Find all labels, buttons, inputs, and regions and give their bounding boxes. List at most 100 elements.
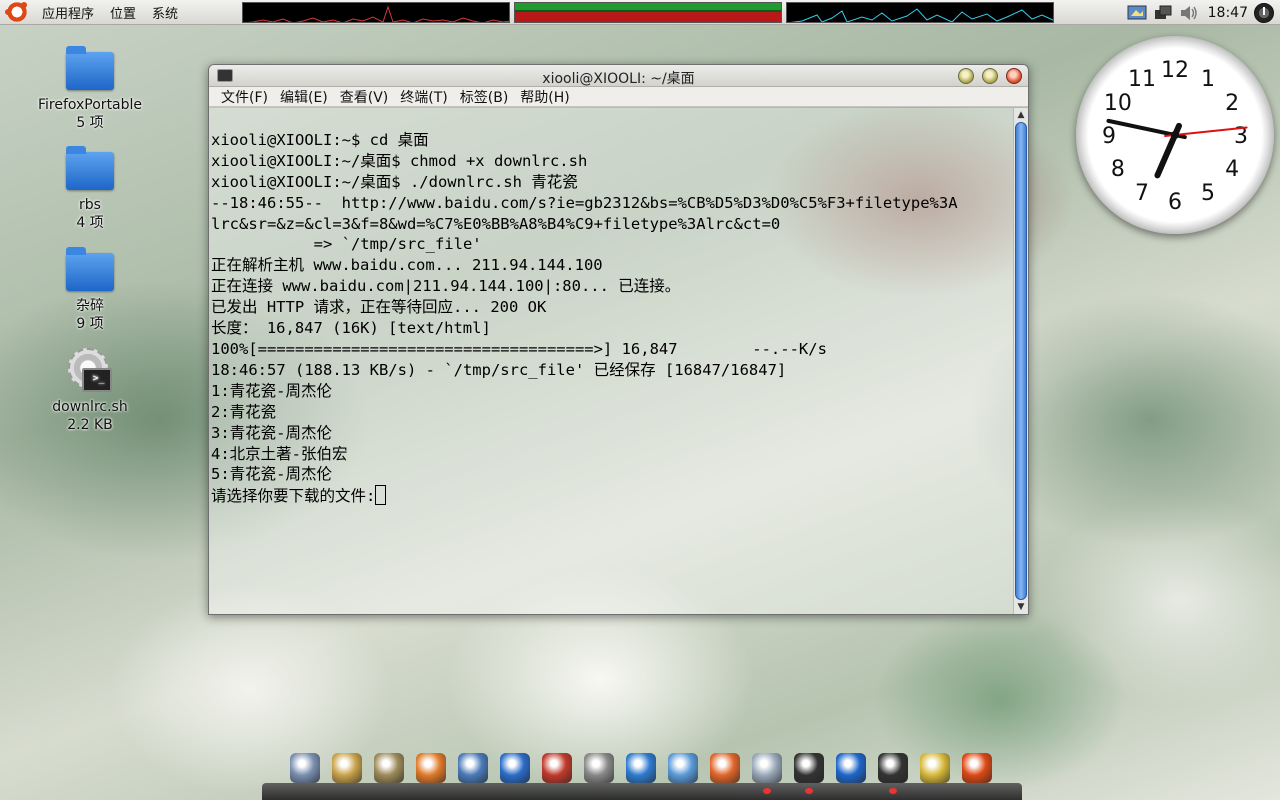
desktop-icon-info: 5 项 — [76, 115, 104, 131]
desktop-icon-label: rbs — [79, 197, 101, 213]
menu-system[interactable]: 系统 — [144, 3, 186, 22]
terminal-prompt-line[interactable]: 请选择你要下载的文件: — [211, 485, 1011, 507]
dock-app-icon — [416, 753, 446, 783]
terminal-line: 正在连接 www.baidu.com|211.94.144.100|:80...… — [211, 277, 681, 296]
terminal-line: xiooli@XIOOLI:~/桌面$ ./downlrc.sh 青花瓷 — [211, 172, 578, 191]
close-button[interactable] — [1006, 68, 1022, 84]
dock-app-icon — [290, 753, 320, 783]
clock-face: 12 1234567891011 — [1102, 58, 1248, 215]
dock-app-icon — [878, 753, 908, 783]
clock-number: 6 — [1168, 190, 1182, 215]
clock-number: 8 — [1111, 157, 1125, 182]
dock-item[interactable] — [748, 748, 786, 794]
desktop-icon-rbs[interactable]: rbs 4 项 — [30, 146, 150, 232]
memory-used-bar — [515, 3, 781, 10]
memory-monitor[interactable] — [514, 2, 782, 23]
scrollbar-thumb[interactable] — [1015, 122, 1027, 600]
dock-item[interactable] — [832, 748, 870, 788]
dock-item[interactable] — [538, 748, 576, 788]
minimize-button[interactable] — [958, 68, 974, 84]
dock-app-icon — [752, 753, 782, 783]
terminal-line: => `/tmp/src_file' — [211, 235, 482, 254]
top-panel: 应用程序 位置 系统 18:47 — [0, 0, 1280, 25]
dock-app-icon — [962, 753, 992, 783]
clock-number: 4 — [1225, 157, 1239, 182]
dock-app-icon — [374, 753, 404, 783]
desktop-icon-firefoxportable[interactable]: FirefoxPortable 5 项 — [30, 46, 150, 132]
dock-item[interactable] — [790, 748, 828, 794]
terminal-glyph-icon: >_ — [82, 368, 112, 392]
menu-edit[interactable]: 编辑(E) — [274, 87, 334, 107]
clock-number: 5 — [1201, 181, 1215, 206]
terminal-scrollbar[interactable]: ▲ ▼ — [1013, 108, 1028, 614]
dock-item[interactable] — [412, 748, 450, 788]
terminal-line: lrc&sr=&z=&cl=3&f=8&wd=%C7%E0%BB%A8%B4%C… — [211, 214, 781, 233]
network-monitor[interactable] — [786, 2, 1054, 23]
ubuntu-logo-icon[interactable] — [5, 1, 28, 23]
network-icon[interactable] — [1153, 4, 1173, 22]
scroll-down-arrow-icon[interactable]: ▼ — [1016, 602, 1026, 612]
dock-item[interactable] — [496, 748, 534, 788]
desktop-icon-info: 2.2 KB — [67, 417, 113, 433]
panel-clock[interactable]: 18:47 — [1208, 5, 1248, 21]
display-icon[interactable] — [1127, 4, 1147, 22]
menu-tabs[interactable]: 标签(B) — [454, 87, 515, 107]
menu-terminal[interactable]: 终端(T) — [394, 87, 453, 107]
terminal-line: 正在解析主机 www.baidu.com... 211.94.144.100 — [211, 256, 603, 275]
clock-number: 9 — [1102, 124, 1116, 149]
memory-cache-bar — [515, 12, 781, 22]
terminal-text: xiooli@XIOOLI:~$ cd 桌面 xiooli@XIOOLI:~/桌面… — [211, 109, 1011, 549]
dock — [286, 748, 996, 794]
window-buttons — [958, 68, 1022, 84]
dock-item[interactable] — [622, 748, 660, 788]
terminal-line: 长度： 16,847 (16K) [text/html] — [211, 319, 491, 338]
dock-item[interactable] — [580, 748, 618, 788]
clock-number: 7 — [1135, 181, 1149, 206]
clock-number: 1 — [1201, 67, 1215, 92]
terminal-line: --18:46:55-- http://www.baidu.com/s?ie=g… — [211, 193, 958, 212]
dock-app-icon — [794, 753, 824, 783]
menu-help[interactable]: 帮助(H) — [514, 87, 575, 107]
dock-app-icon — [584, 753, 614, 783]
volume-icon[interactable] — [1179, 4, 1199, 22]
clock-number: 12 — [1161, 58, 1189, 83]
dock-item[interactable] — [916, 748, 954, 788]
desktop-icon-label: 杂碎 — [76, 298, 104, 314]
terminal-line: 已发出 HTTP 请求，正在等待回应... 200 OK — [211, 298, 547, 317]
dock-app-icon — [332, 753, 362, 783]
window-title: xiooli@XIOOLI: ~/桌面 — [542, 71, 695, 87]
menu-view[interactable]: 查看(V) — [334, 87, 395, 107]
menu-file[interactable]: 文件(F) — [215, 87, 274, 107]
dock-app-icon — [626, 753, 656, 783]
dock-item[interactable] — [874, 748, 912, 794]
maximize-button[interactable] — [982, 68, 998, 84]
power-icon[interactable] — [1254, 2, 1274, 23]
dock-item[interactable] — [370, 748, 408, 788]
dock-item[interactable] — [958, 748, 996, 788]
dock-item[interactable] — [286, 748, 324, 788]
window-titlebar[interactable]: xiooli@XIOOLI: ~/桌面 — [209, 65, 1028, 87]
dock-item[interactable] — [664, 748, 702, 788]
terminal-line: xiooli@XIOOLI:~$ cd 桌面 — [211, 130, 429, 149]
dock-item[interactable] — [706, 748, 744, 788]
menu-applications[interactable]: 应用程序 — [34, 3, 102, 22]
terminal-prompt: 请选择你要下载的文件: — [211, 487, 376, 506]
clock-number: 2 — [1225, 91, 1239, 116]
desktop-icon-downlrc[interactable]: >_ downlrc.sh 2.2 KB — [30, 348, 150, 434]
dock-item[interactable] — [454, 748, 492, 788]
folder-icon — [66, 46, 114, 90]
cpu-monitor[interactable] — [242, 2, 510, 23]
dock-app-icon — [500, 753, 530, 783]
terminal-window[interactable]: xiooli@XIOOLI: ~/桌面 文件(F) 编辑(E) 查看(V) 终端… — [208, 64, 1029, 615]
analog-clock-widget[interactable]: 12 1 2 3 4 5 6 7 8 9 10 11 — [1076, 36, 1274, 234]
folder-icon — [66, 146, 114, 190]
dock-app-icon — [920, 753, 950, 783]
terminal-output-area[interactable]: xiooli@XIOOLI:~$ cd 桌面 xiooli@XIOOLI:~/桌面… — [209, 108, 1028, 614]
menu-places[interactable]: 位置 — [102, 3, 144, 22]
desktop-icon-label: FirefoxPortable — [37, 97, 143, 113]
desktop-icon-zasui[interactable]: 杂碎 9 项 — [30, 247, 150, 333]
dock-item[interactable] — [328, 748, 366, 788]
terminal-menubar: 文件(F) 编辑(E) 查看(V) 终端(T) 标签(B) 帮助(H) — [209, 87, 1028, 107]
dock-app-icon — [668, 753, 698, 783]
scroll-up-arrow-icon[interactable]: ▲ — [1016, 110, 1026, 120]
